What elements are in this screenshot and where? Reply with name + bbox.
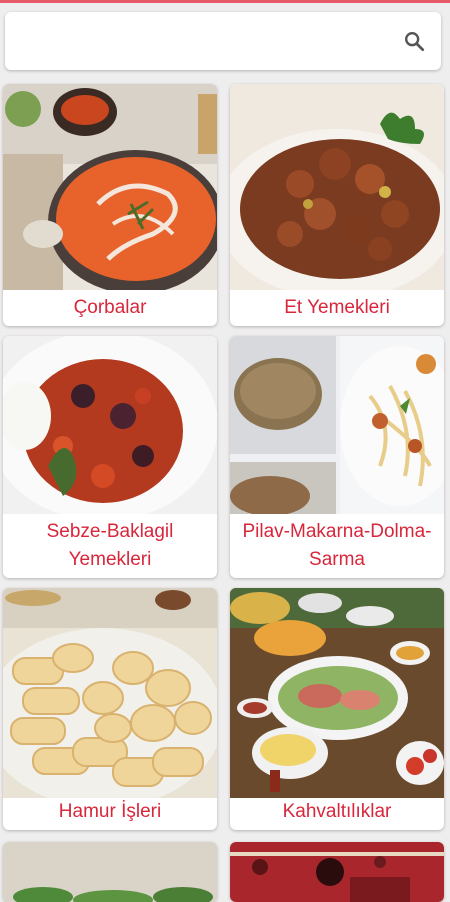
partial-image-left (3, 842, 217, 902)
category-label: Çorbalar (73, 297, 147, 318)
pastry-image (3, 588, 217, 798)
category-label: Et Yemekleri (284, 297, 390, 318)
category-card-sebze-baklagil[interactable]: Sebze-Baklagil Yemekleri (3, 336, 217, 578)
category-label: Kahvaltılıklar (282, 801, 392, 822)
vegetable-dish-image (3, 336, 217, 514)
meat-image (230, 84, 444, 290)
category-card-corbalar[interactable]: Çorbalar (3, 84, 217, 326)
search-icon[interactable] (403, 30, 425, 52)
category-label: Sebze-Baklagil Yemekleri (46, 521, 174, 570)
status-strip (0, 0, 450, 3)
category-card-et-yemekleri[interactable]: Et Yemekleri (230, 84, 444, 326)
category-card-partial-right[interactable] (230, 842, 444, 902)
breakfast-image (230, 588, 444, 798)
soup-image (3, 84, 217, 290)
search-input[interactable] (17, 22, 401, 62)
partial-image-right (230, 842, 444, 902)
category-label: Pilav-Makarna-Dolma-Sarma (242, 521, 432, 570)
search-bar[interactable] (5, 12, 441, 70)
category-card-hamur-isleri[interactable]: Hamur İşleri (3, 588, 217, 830)
category-card-partial-left[interactable] (3, 842, 217, 902)
category-label: Hamur İşleri (58, 801, 162, 822)
rice-pasta-image (230, 336, 444, 514)
category-card-kahvaltiliklar[interactable]: Kahvaltılıklar (230, 588, 444, 830)
category-card-pilav-makarna[interactable]: Pilav-Makarna-Dolma-Sarma (230, 336, 444, 578)
